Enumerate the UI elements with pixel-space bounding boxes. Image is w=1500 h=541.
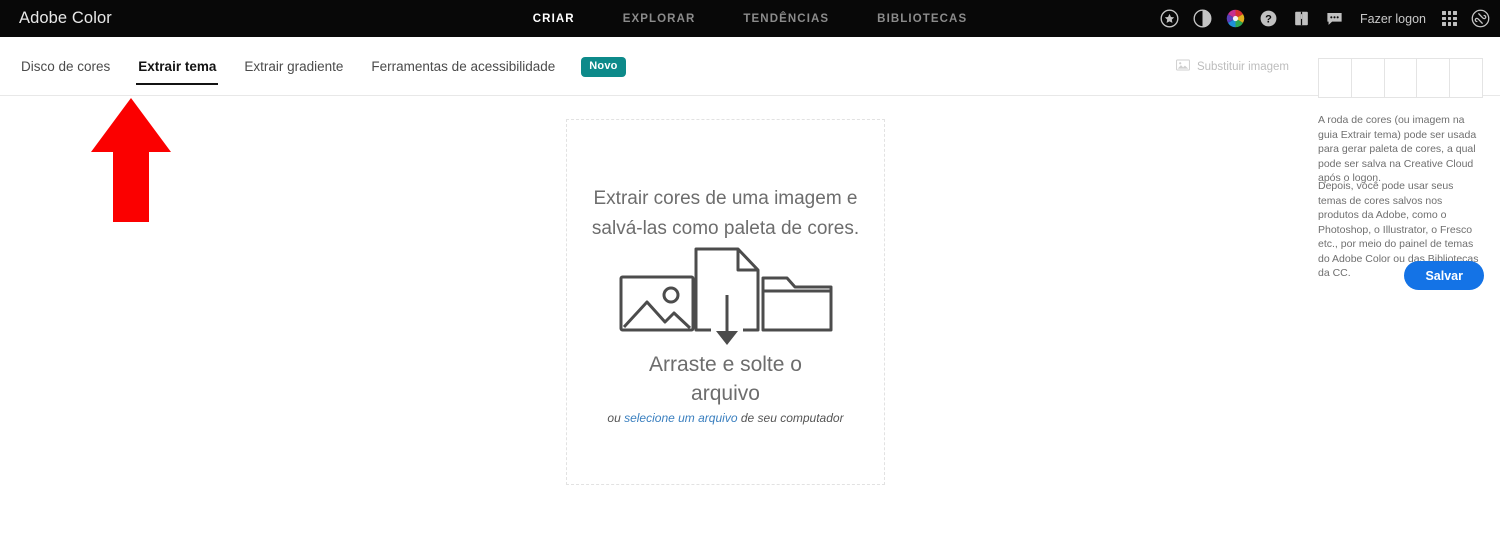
tool-tabs: Disco de cores Extrair tema Extrair grad… — [19, 37, 626, 96]
dropzone-sub-suffix: de seu computador — [737, 411, 844, 425]
select-file-link[interactable]: selecione um arquivo — [624, 411, 737, 425]
color-swatch-1[interactable] — [1319, 59, 1352, 97]
right-sidebar: A roda de cores (ou imagem na guia Extra… — [1300, 37, 1500, 541]
chat-bubble-icon[interactable] — [1325, 9, 1344, 28]
creative-cloud-icon[interactable] — [1471, 9, 1490, 28]
color-wheel-icon[interactable] — [1226, 9, 1245, 28]
nav-item-tendencias[interactable]: TENDÊNCIAS — [743, 13, 829, 25]
tab-ferramentas-de-acessibilidade[interactable]: Ferramentas de acessibilidade — [369, 37, 557, 96]
color-swatch-strip[interactable] — [1318, 58, 1483, 98]
help-circle-icon[interactable]: ? — [1259, 9, 1278, 28]
svg-text:?: ? — [1265, 13, 1272, 25]
replace-image-button[interactable]: Substituir imagem — [1176, 37, 1289, 96]
app-grid-icon[interactable] — [1442, 11, 1457, 26]
dropzone-select-file-line: ou selecione um arquivo de seu computado… — [567, 411, 884, 425]
color-swatch-3[interactable] — [1385, 59, 1418, 97]
replace-image-label: Substituir imagem — [1196, 60, 1289, 73]
secondary-tab-bar: Disco de cores Extrair tema Extrair grad… — [0, 37, 1500, 96]
top-bar-actions: ? Fazer logon — [1160, 0, 1490, 37]
color-swatch-4[interactable] — [1417, 59, 1451, 97]
app-brand-title: Adobe Color — [19, 9, 112, 27]
sidebar-paragraph-1: A roda de cores (ou imagem na guia Extra… — [1318, 114, 1477, 184]
star-circle-icon[interactable] — [1160, 9, 1179, 28]
nav-item-explorar[interactable]: EXPLORAR — [623, 13, 696, 25]
contrast-circle-icon[interactable] — [1193, 9, 1212, 28]
new-badge: Novo — [581, 56, 626, 77]
dropzone-sub-prefix: ou — [607, 411, 625, 425]
file-download-icon — [694, 247, 759, 345]
sign-in-link[interactable]: Fazer logon — [1360, 12, 1426, 26]
nav-item-criar[interactable]: CRIAR — [533, 13, 575, 25]
nav-item-bibliotecas[interactable]: BIBLIOTECAS — [877, 13, 967, 25]
red-up-arrow-annotation — [90, 98, 172, 222]
book-alert-icon[interactable] — [1292, 9, 1311, 28]
dropzone-drag-label: Arraste e solte o arquivo — [649, 353, 802, 405]
folder-icon — [761, 276, 832, 332]
tab-extrair-gradiente[interactable]: Extrair gradiente — [242, 37, 345, 96]
color-swatch-2[interactable] — [1352, 59, 1385, 97]
dropzone-title: Extrair cores de uma imagem e salvá-las … — [591, 188, 860, 239]
save-button[interactable]: Salvar — [1404, 261, 1484, 290]
color-swatch-5[interactable] — [1450, 59, 1482, 97]
tab-disco-de-cores[interactable]: Disco de cores — [19, 37, 112, 96]
image-icon — [619, 275, 694, 332]
tab-extrair-tema[interactable]: Extrair tema — [136, 37, 219, 96]
image-placeholder-icon — [1176, 59, 1190, 74]
image-dropzone[interactable]: Extrair cores de uma imagem e salvá-las … — [566, 119, 885, 485]
dropzone-illustration — [567, 245, 884, 345]
